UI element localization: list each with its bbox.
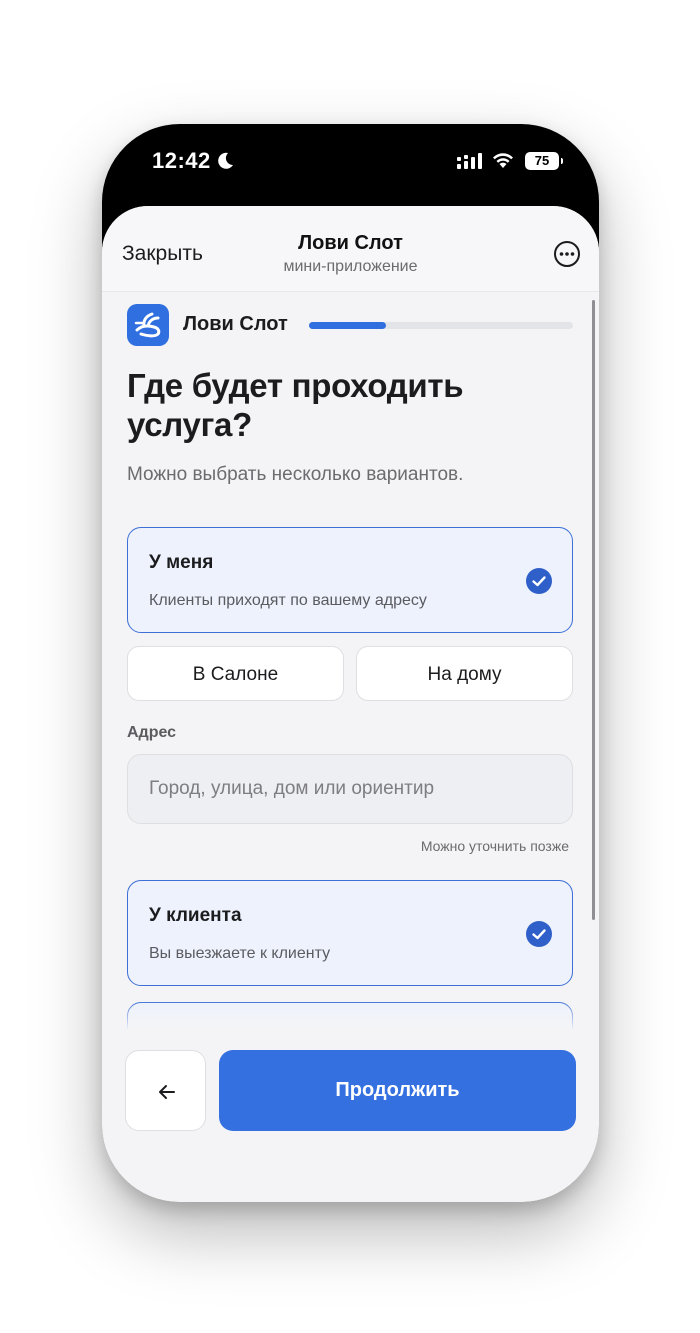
cellular-signal-icon xyxy=(457,153,482,169)
option-title: У меня xyxy=(149,552,214,573)
app-title: Лови Слот xyxy=(298,232,403,254)
scroll-fade xyxy=(102,1000,599,1030)
app-subtitle: мини-приложение xyxy=(283,258,418,275)
address-input[interactable] xyxy=(127,754,573,824)
option-at-client[interactable]: У клиента Вы выезжаете к клиенту xyxy=(127,880,573,986)
place-type-salon[interactable]: В Салоне xyxy=(127,646,344,701)
arrow-left-icon xyxy=(159,1085,175,1099)
phone-frame: 12:42 75 Закрыть Лови Слот мини-приложен… xyxy=(102,124,599,1202)
option-description: Клиенты приходят по вашему адресу xyxy=(149,592,427,609)
brand-logo xyxy=(127,304,169,346)
ellipsis-circle-icon[interactable] xyxy=(553,240,581,268)
scroll-content[interactable]: Лови Слот Где будет проходить услуга? Мо… xyxy=(102,292,599,1030)
option-description: Вы выезжаете к клиенту xyxy=(149,945,331,962)
brand-row: Лови Слот xyxy=(127,304,574,348)
question-title: Где будет проходить услуга? xyxy=(127,367,464,443)
moon-icon xyxy=(218,152,233,169)
checkmark-icon xyxy=(526,568,552,594)
address-hint: Можно уточнить позже xyxy=(420,838,569,854)
status-bar: 12:42 75 xyxy=(102,124,599,204)
brand-name: Лови Слот xyxy=(183,313,288,335)
progress-bar xyxy=(309,322,573,329)
mini-app-header: Закрыть Лови Слот мини-приложение xyxy=(102,206,599,292)
continue-button[interactable]: Продолжить xyxy=(219,1050,576,1131)
progress-fill xyxy=(309,322,386,329)
address-label: Адрес xyxy=(127,724,177,741)
mini-app-sheet: Закрыть Лови Слот мини-приложение Лови С… xyxy=(102,206,599,1202)
rabbit-logo-icon xyxy=(134,312,161,338)
checkmark-icon xyxy=(526,921,552,947)
option-at-my-place[interactable]: У меня Клиенты приходят по вашему адресу xyxy=(127,527,573,633)
place-type-home[interactable]: На дому xyxy=(356,646,573,701)
battery-icon: 75 xyxy=(525,152,563,170)
footer: Продолжить xyxy=(102,1030,599,1202)
question-subtitle: Можно выбрать несколько вариантов. xyxy=(127,464,464,485)
status-time: 12:42 xyxy=(152,148,211,173)
option-title: У клиента xyxy=(149,905,242,926)
back-button[interactable] xyxy=(125,1050,206,1131)
wifi-icon xyxy=(493,153,513,168)
scrollbar[interactable] xyxy=(592,300,595,920)
